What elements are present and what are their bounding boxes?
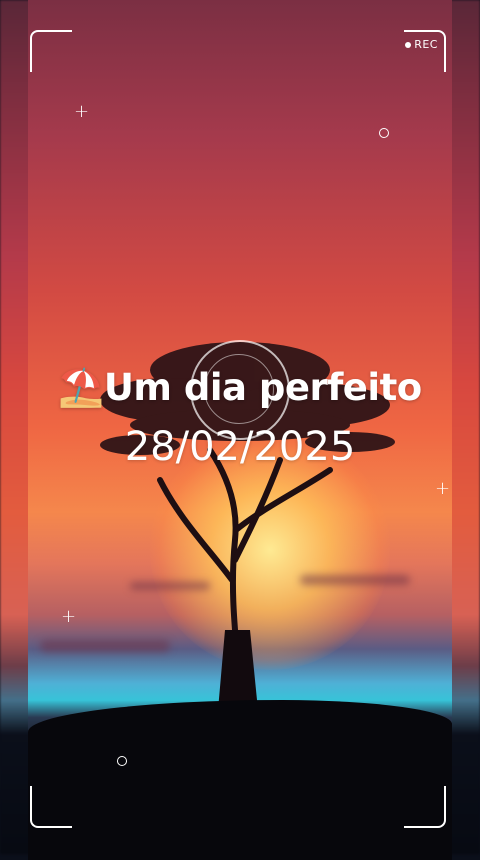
viewfinder-corner-top-right xyxy=(404,30,446,72)
viewfinder-corner-top-left xyxy=(30,30,72,72)
beach-umbrella-icon: ⛱️ xyxy=(58,366,104,409)
plus-icon: + xyxy=(435,478,451,499)
viewfinder-corner-bottom-right xyxy=(404,786,446,828)
viewfinder-corner-bottom-left xyxy=(30,786,72,828)
plus-icon: + xyxy=(61,606,77,627)
circle-icon xyxy=(379,128,389,138)
circle-icon xyxy=(117,756,127,766)
rec-indicator: REC xyxy=(405,38,438,51)
caption-title: ⛱️Um dia perfeito xyxy=(0,366,480,410)
caption-date: 28/02/2025 xyxy=(124,424,356,470)
plus-icon: + xyxy=(74,101,90,122)
caption-title-text: Um dia perfeito xyxy=(103,366,422,409)
hill-silhouette xyxy=(28,700,452,860)
record-dot-icon xyxy=(405,41,412,48)
rec-label: REC xyxy=(414,38,438,51)
